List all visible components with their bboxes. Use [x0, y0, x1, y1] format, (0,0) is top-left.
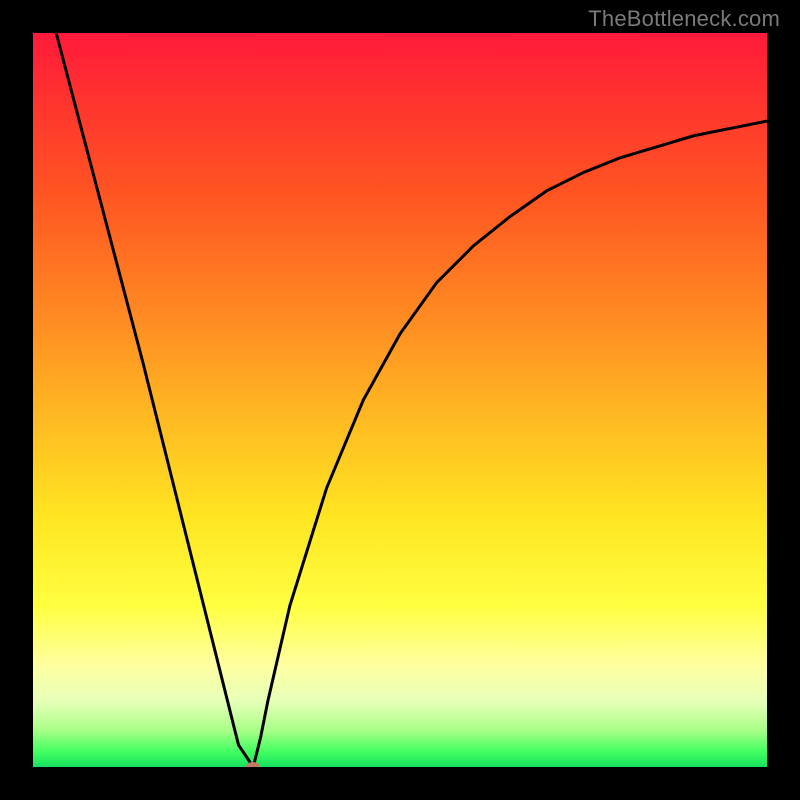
watermark-text: TheBottleneck.com: [588, 6, 780, 32]
bottleneck-curve: [33, 33, 767, 767]
plot-area: [33, 33, 767, 767]
optimum-marker: [246, 762, 260, 767]
